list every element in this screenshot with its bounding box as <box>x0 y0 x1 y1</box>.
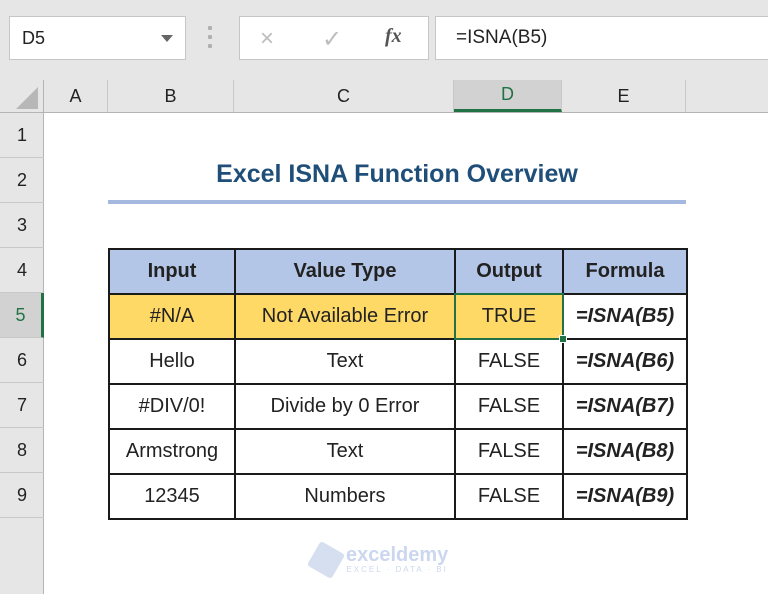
cell-output[interactable]: FALSE <box>454 383 564 430</box>
cell-output[interactable]: TRUE <box>454 293 564 340</box>
formula-text: =ISNA(B5) <box>456 27 548 48</box>
row-header-7[interactable]: 7 <box>0 383 44 428</box>
drag-handle-icon[interactable] <box>208 26 212 48</box>
column-header-e[interactable]: E <box>562 80 686 112</box>
cell-value-type[interactable]: Divide by 0 Error <box>234 383 456 430</box>
cell-value-type[interactable]: Text <box>234 338 456 385</box>
column-header-a[interactable]: A <box>44 80 108 112</box>
row-header-3[interactable]: 3 <box>0 203 44 248</box>
watermark-tagline: EXCEL · DATA · BI <box>346 565 448 574</box>
cell-value-type[interactable]: Numbers <box>234 473 456 520</box>
table-row: Hello Text FALSE =ISNA(B6) <box>108 338 688 385</box>
row-headers: 1 2 3 4 5 6 7 8 9 <box>0 113 44 594</box>
column-header-c[interactable]: C <box>234 80 454 112</box>
select-all-icon <box>16 87 38 109</box>
cell-input[interactable]: Hello <box>108 338 236 385</box>
header-formula[interactable]: Formula <box>562 248 688 295</box>
header-value-type[interactable]: Value Type <box>234 248 456 295</box>
cell-output[interactable]: FALSE <box>454 428 564 475</box>
cancel-icon[interactable]: × <box>260 25 274 53</box>
cell-value-type[interactable]: Text <box>234 428 456 475</box>
cell-input[interactable]: #N/A <box>108 293 236 340</box>
header-input[interactable]: Input <box>108 248 236 295</box>
row-header-1[interactable]: 1 <box>0 113 44 158</box>
formula-input[interactable]: =ISNA(B5) <box>435 16 768 60</box>
chevron-down-icon[interactable] <box>161 35 173 42</box>
row-header-4[interactable]: 4 <box>0 248 44 293</box>
insert-function-icon[interactable]: fx <box>385 25 402 48</box>
row-header-5[interactable]: 5 <box>0 293 44 338</box>
column-header-d[interactable]: D <box>454 80 562 112</box>
fill-handle[interactable] <box>559 335 567 343</box>
row-header-6[interactable]: 6 <box>0 338 44 383</box>
watermark: exceldemy EXCEL · DATA · BI <box>306 540 449 579</box>
row-header-2[interactable]: 2 <box>0 158 44 203</box>
cell-output[interactable]: FALSE <box>454 338 564 385</box>
cell-input[interactable]: 12345 <box>108 473 236 520</box>
table-row: 12345 Numbers FALSE =ISNA(B9) <box>108 473 688 520</box>
cell-output[interactable]: FALSE <box>454 473 564 520</box>
cell-input[interactable]: Armstrong <box>108 428 236 475</box>
table-header-row: Input Value Type Output Formula <box>108 248 688 295</box>
cell-formula[interactable]: =ISNA(B6) <box>562 338 688 385</box>
table-row: #DIV/0! Divide by 0 Error FALSE =ISNA(B7… <box>108 383 688 430</box>
column-headers: A B C D E <box>0 80 768 113</box>
watermark-name: exceldemy <box>346 544 449 566</box>
exceldemy-logo-icon <box>306 540 346 579</box>
row-header-8[interactable]: 8 <box>0 428 44 473</box>
cell-formula[interactable]: =ISNA(B9) <box>562 473 688 520</box>
cell-formula[interactable]: =ISNA(B5) <box>562 293 688 340</box>
cell-input[interactable]: #DIV/0! <box>108 383 236 430</box>
title-underline <box>108 200 686 204</box>
formula-buttons: × ✓ fx <box>239 16 429 60</box>
cell-formula[interactable]: =ISNA(B8) <box>562 428 688 475</box>
name-box[interactable]: D5 <box>9 16 186 60</box>
header-output[interactable]: Output <box>454 248 564 295</box>
name-box-value: D5 <box>22 27 46 48</box>
table-row: Armstrong Text FALSE =ISNA(B8) <box>108 428 688 475</box>
cell-value-type[interactable]: Not Available Error <box>234 293 456 340</box>
table-row: #N/A Not Available Error TRUE =ISNA(B5) <box>108 293 688 340</box>
data-table: Input Value Type Output Formula #N/A Not… <box>108 248 688 520</box>
formula-bar: D5 × ✓ fx =ISNA(B5) <box>0 0 768 80</box>
enter-icon[interactable]: ✓ <box>322 25 342 54</box>
sheet-title[interactable]: Excel ISNA Function Overview <box>108 160 686 189</box>
column-header-b[interactable]: B <box>108 80 234 112</box>
cell-formula[interactable]: =ISNA(B7) <box>562 383 688 430</box>
row-header-9[interactable]: 9 <box>0 473 44 518</box>
select-all-button[interactable] <box>0 80 44 112</box>
